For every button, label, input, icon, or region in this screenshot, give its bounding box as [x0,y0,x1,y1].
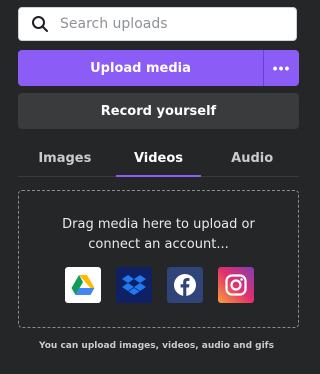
search-input[interactable] [58,15,296,33]
upload-media-button[interactable]: Upload media [18,50,263,86]
media-tabs: Images Videos Audio [18,140,299,177]
connect-accounts [65,267,254,303]
search-icon [30,14,50,34]
dropzone-text: Drag media here to upload or connect an … [19,215,298,255]
tab-images[interactable]: Images [18,140,112,176]
upload-row: Upload media ••• [18,50,299,86]
google-drive-icon[interactable] [65,267,101,303]
instagram-icon[interactable] [218,267,254,303]
search-bar[interactable] [18,7,297,41]
upload-hint: You can upload images, videos, audio and… [39,341,274,351]
dropbox-icon[interactable] [116,267,152,303]
tab-audio[interactable]: Audio [205,140,299,176]
more-options-button[interactable]: ••• [263,50,299,86]
dropzone-line-1: Drag media here to upload or [62,217,255,232]
record-yourself-button[interactable]: Record yourself [18,93,299,129]
upload-dropzone[interactable]: Drag media here to upload or connect an … [18,190,299,328]
facebook-icon[interactable] [167,267,203,303]
tab-videos[interactable]: Videos [112,140,206,177]
dropzone-line-2: connect an account... [88,237,229,252]
